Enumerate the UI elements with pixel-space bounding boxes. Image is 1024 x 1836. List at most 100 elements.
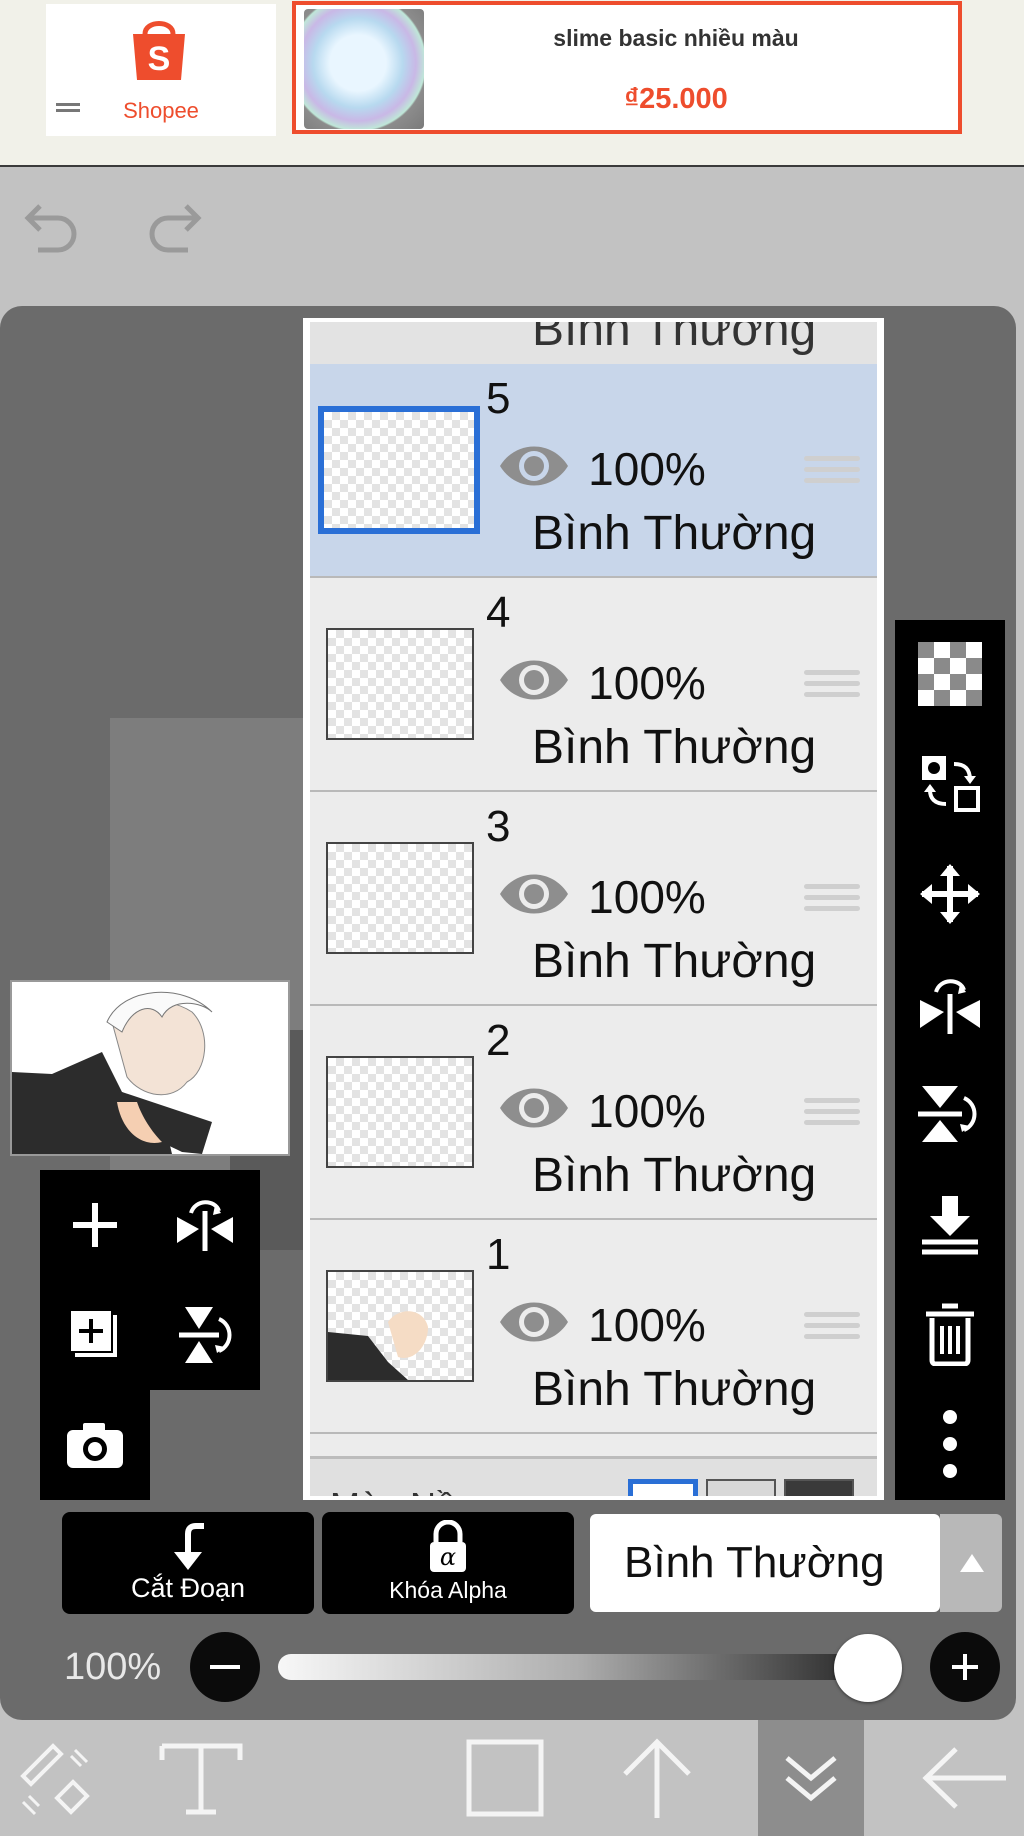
eye-icon[interactable] [496,866,572,922]
background-swatch-white[interactable] [628,1479,698,1496]
drag-handle-icon[interactable] [804,878,860,917]
layer-row-1[interactable]: 1 100% Bình Thường [310,1220,877,1434]
layer-list[interactable]: Bình Thường 5 100% Bình Thường 4 100% Bì… [303,318,884,1500]
opacity-slider[interactable] [278,1654,878,1680]
arrow-up-icon [623,1738,691,1818]
blend-mode-select[interactable]: Bình Thường [590,1514,940,1612]
layer-number: 5 [486,374,511,423]
opacity-value-label: 100% [64,1646,162,1688]
background-swatch-dark[interactable] [784,1479,854,1496]
layer-row-4[interactable]: 4 100% Bình Thường [310,578,877,792]
drag-handle-icon[interactable] [804,664,860,703]
eye-icon[interactable] [496,438,572,494]
tool-select-button[interactable] [0,1720,110,1836]
plus-icon [952,1654,978,1680]
layer-thumbnail[interactable] [326,842,474,954]
layer-thumbnail-art [328,1311,428,1380]
layer-blend-mode: Bình Thường [532,721,817,774]
move-button[interactable] [910,854,990,934]
square-icon [466,1739,544,1817]
bottom-toolbar [0,1720,1024,1836]
artwork-preview-image [12,982,288,1154]
alpha-lock-button[interactable]: α Khóa Alpha [322,1512,574,1614]
drag-handle-icon[interactable] [804,1092,860,1131]
flip-horizontal-icon [177,1200,233,1251]
svg-text:S: S [148,40,171,78]
layer-number: 4 [486,588,511,637]
clip-arrow-icon [174,1523,204,1570]
layer-thumbnail[interactable] [318,406,480,534]
drag-handle-icon[interactable] [804,1306,860,1345]
swap-icon [922,756,980,812]
more-vertical-icon [943,1410,957,1478]
delete-layer-button[interactable] [910,1294,990,1374]
svg-text:α: α [440,1543,456,1571]
move-up-button[interactable] [602,1720,712,1836]
eye-icon[interactable] [496,652,572,708]
layer-blend-mode: Bình Thường [532,1149,817,1202]
transparency-grid-button[interactable] [910,634,990,714]
undo-icon[interactable] [18,200,82,264]
product-image [304,9,424,129]
blend-mode-dropdown-toggle[interactable] [940,1514,1002,1612]
layer-thumbnail[interactable] [326,628,474,740]
collapse-panel-button[interactable] [756,1720,866,1836]
eye-icon[interactable] [496,1294,572,1350]
opacity-slider-knob[interactable] [834,1634,902,1702]
trash-icon [926,1303,974,1366]
back-button[interactable] [910,1720,1020,1836]
camera-import-button[interactable] [40,1390,150,1500]
layer-thumbnail[interactable] [326,1056,474,1168]
clipping-label: Cắt Đoạn [130,1573,246,1603]
product-title: slime basic nhiều màu [553,25,799,51]
layer-opacity: 100% [588,443,706,495]
merge-down-button[interactable] [910,1184,990,1264]
layer-number: 2 [486,1016,511,1065]
text-tool-button[interactable] [146,1720,256,1836]
opacity-increase-button[interactable] [930,1632,1000,1702]
selection-tool-button[interactable] [450,1720,560,1836]
flip-vertical-button[interactable] [150,1280,260,1390]
eye-icon[interactable] [496,1080,572,1136]
layer-row-5[interactable]: 5 100% Bình Thường [310,364,877,578]
swap-layer-button[interactable] [910,744,990,824]
layer-number: 1 [486,1230,511,1279]
brush-eraser-icon [20,1743,90,1816]
more-options-button[interactable] [910,1404,990,1484]
canvas-preview[interactable] [10,980,290,1156]
background-color-row[interactable]: Màu Nền [310,1456,877,1496]
layer-opacity: 100% [588,871,706,923]
alpha-lock-label: Khóa Alpha [389,1577,507,1603]
duplicate-layer-button[interactable] [40,1280,150,1390]
layer-row-2[interactable]: 2 100% Bình Thường [310,1006,877,1220]
plus-icon [73,1203,117,1247]
ad-banner[interactable]: S Shopee slime basic nhiều màu ₫25.000 [0,0,1024,167]
chevron-double-down-icon [785,1756,837,1802]
shopee-bag-icon: S [133,21,185,80]
layer-tools-sidebar [895,620,1005,1500]
shopee-logo[interactable]: S Shopee [46,4,276,136]
layer-row-3[interactable]: 3 100% Bình Thường [310,792,877,1006]
background-swatch-transparent[interactable] [706,1479,776,1496]
minus-icon [210,1665,240,1669]
layer-opacity: 100% [588,1299,706,1351]
ad-product-card[interactable]: slime basic nhiều màu ₫25.000 [292,1,962,134]
add-layer-button[interactable] [40,1170,150,1280]
layer-partial-top[interactable]: Bình Thường [310,322,877,367]
layer-blend-mode: Bình Thường [532,935,817,988]
redo-icon[interactable] [144,200,208,264]
opacity-decrease-button[interactable] [190,1632,260,1702]
ad-menu-icon[interactable] [56,100,80,115]
flip-layer-horizontal-button[interactable] [910,964,990,1044]
triangle-up-icon [960,1554,984,1572]
flip-layer-vertical-button[interactable] [910,1074,990,1154]
drag-handle-icon[interactable] [804,450,860,489]
blend-mode-value: Bình Thường [624,1538,885,1587]
flip-horizontal-button[interactable] [150,1170,260,1280]
arrow-left-icon [922,1747,1006,1809]
background-color-label: Màu Nền [330,1485,476,1496]
shopee-brand-label: Shopee [123,98,199,123]
layer-blend-mode: Bình Thường [532,507,817,560]
layer-thumbnail[interactable] [326,1270,474,1382]
clipping-button[interactable]: Cắt Đoạn [62,1512,314,1614]
